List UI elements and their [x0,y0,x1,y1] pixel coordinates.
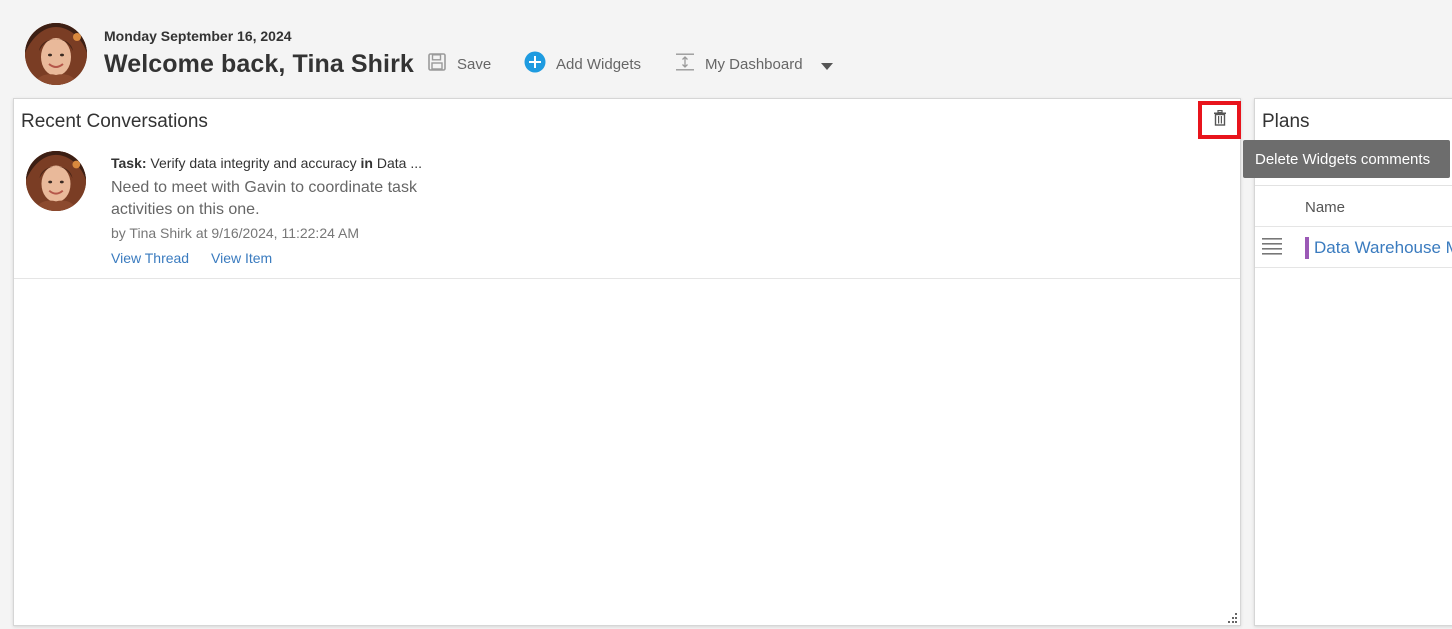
welcome-title: Welcome back, Tina Shirk [104,50,414,78]
conversation-message: Need to meet with Gavin to coordinate ta… [111,179,417,218]
hamburger-drag-icon[interactable] [1261,237,1283,255]
in-word: in [360,155,373,171]
tooltip-text: Delete Widgets comments [1255,150,1431,168]
tooltip: Delete Widgets comments [1243,140,1450,178]
conversation-item: Task: Verify data integrity and accuracy… [14,143,1240,279]
add-widgets-button[interactable]: Add Widgets [524,51,642,77]
user-avatar[interactable] [25,23,87,85]
save-button[interactable]: Save [427,52,491,76]
widget-title: Plans [1262,111,1310,132]
plus-circle-icon [524,51,546,77]
table-row[interactable]: Data Warehouse M [1255,226,1452,268]
my-dashboard-button[interactable]: My Dashboard [675,52,803,76]
add-widgets-label: Add Widgets [556,55,642,73]
widget-title: Recent Conversations [21,111,208,132]
task-name: Verify data integrity and accuracy [146,155,361,171]
save-label: Save [457,55,492,73]
conversation-heading: Task: Verify data integrity and accuracy… [111,155,422,171]
my-dashboard-label: My Dashboard [705,55,803,73]
current-date: Monday September 16, 2024 [104,28,292,44]
avatar [26,151,86,211]
trash-icon [1213,109,1227,131]
page-header: Monday September 16, 2024 Welcome back, … [0,0,1452,98]
task-prefix: Task: [111,155,147,171]
recent-conversations-widget: Recent Conversations Task: Verify data i… [13,98,1241,626]
view-item-link[interactable]: View Item [211,250,272,266]
dashboard-layout-icon [675,52,695,76]
resize-grip-icon[interactable] [1226,611,1238,623]
plan-name-link[interactable]: Data Warehouse M [1314,238,1452,258]
view-thread-link[interactable]: View Thread [111,250,189,266]
column-header-name[interactable]: Name [1305,199,1345,216]
divider [1255,185,1452,186]
caret-down-icon[interactable] [820,58,834,70]
plan-color-bar [1305,237,1309,259]
conversation-byline: by Tina Shirk at 9/16/2024, 11:22:24 AM [111,225,360,241]
delete-widget-button[interactable] [1198,101,1241,139]
project-name: Data ... [373,155,423,171]
floppy-disk-icon [427,52,447,76]
